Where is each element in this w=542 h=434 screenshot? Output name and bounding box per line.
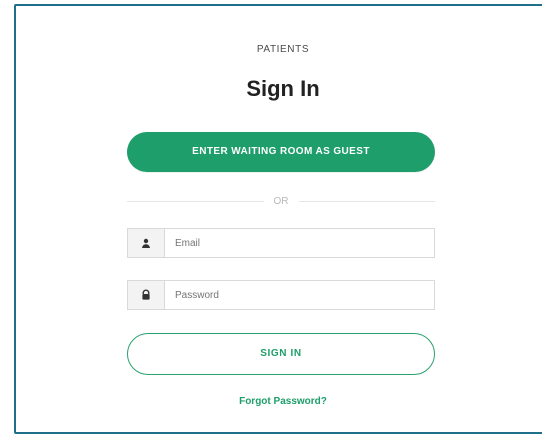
divider-line-left [127,200,264,202]
password-input[interactable] [165,281,434,309]
signin-card: PATIENTS Sign In ENTER WAITING ROOM AS G… [14,4,542,434]
forgot-password-link[interactable]: Forgot Password? [16,396,542,407]
email-field[interactable] [127,228,435,258]
page-title: Sign In [246,76,320,101]
lock-icon [128,281,165,309]
sign-in-button[interactable]: SIGN IN [127,333,435,375]
email-input[interactable] [165,229,434,257]
section-label: PATIENTS [256,44,310,55]
user-icon [128,229,165,257]
enter-waiting-room-guest-button[interactable]: ENTER WAITING ROOM AS GUEST [127,132,435,172]
or-label: OR [273,195,289,207]
password-field[interactable] [127,280,435,310]
or-divider: OR [127,191,435,211]
divider-line-right [298,200,435,202]
